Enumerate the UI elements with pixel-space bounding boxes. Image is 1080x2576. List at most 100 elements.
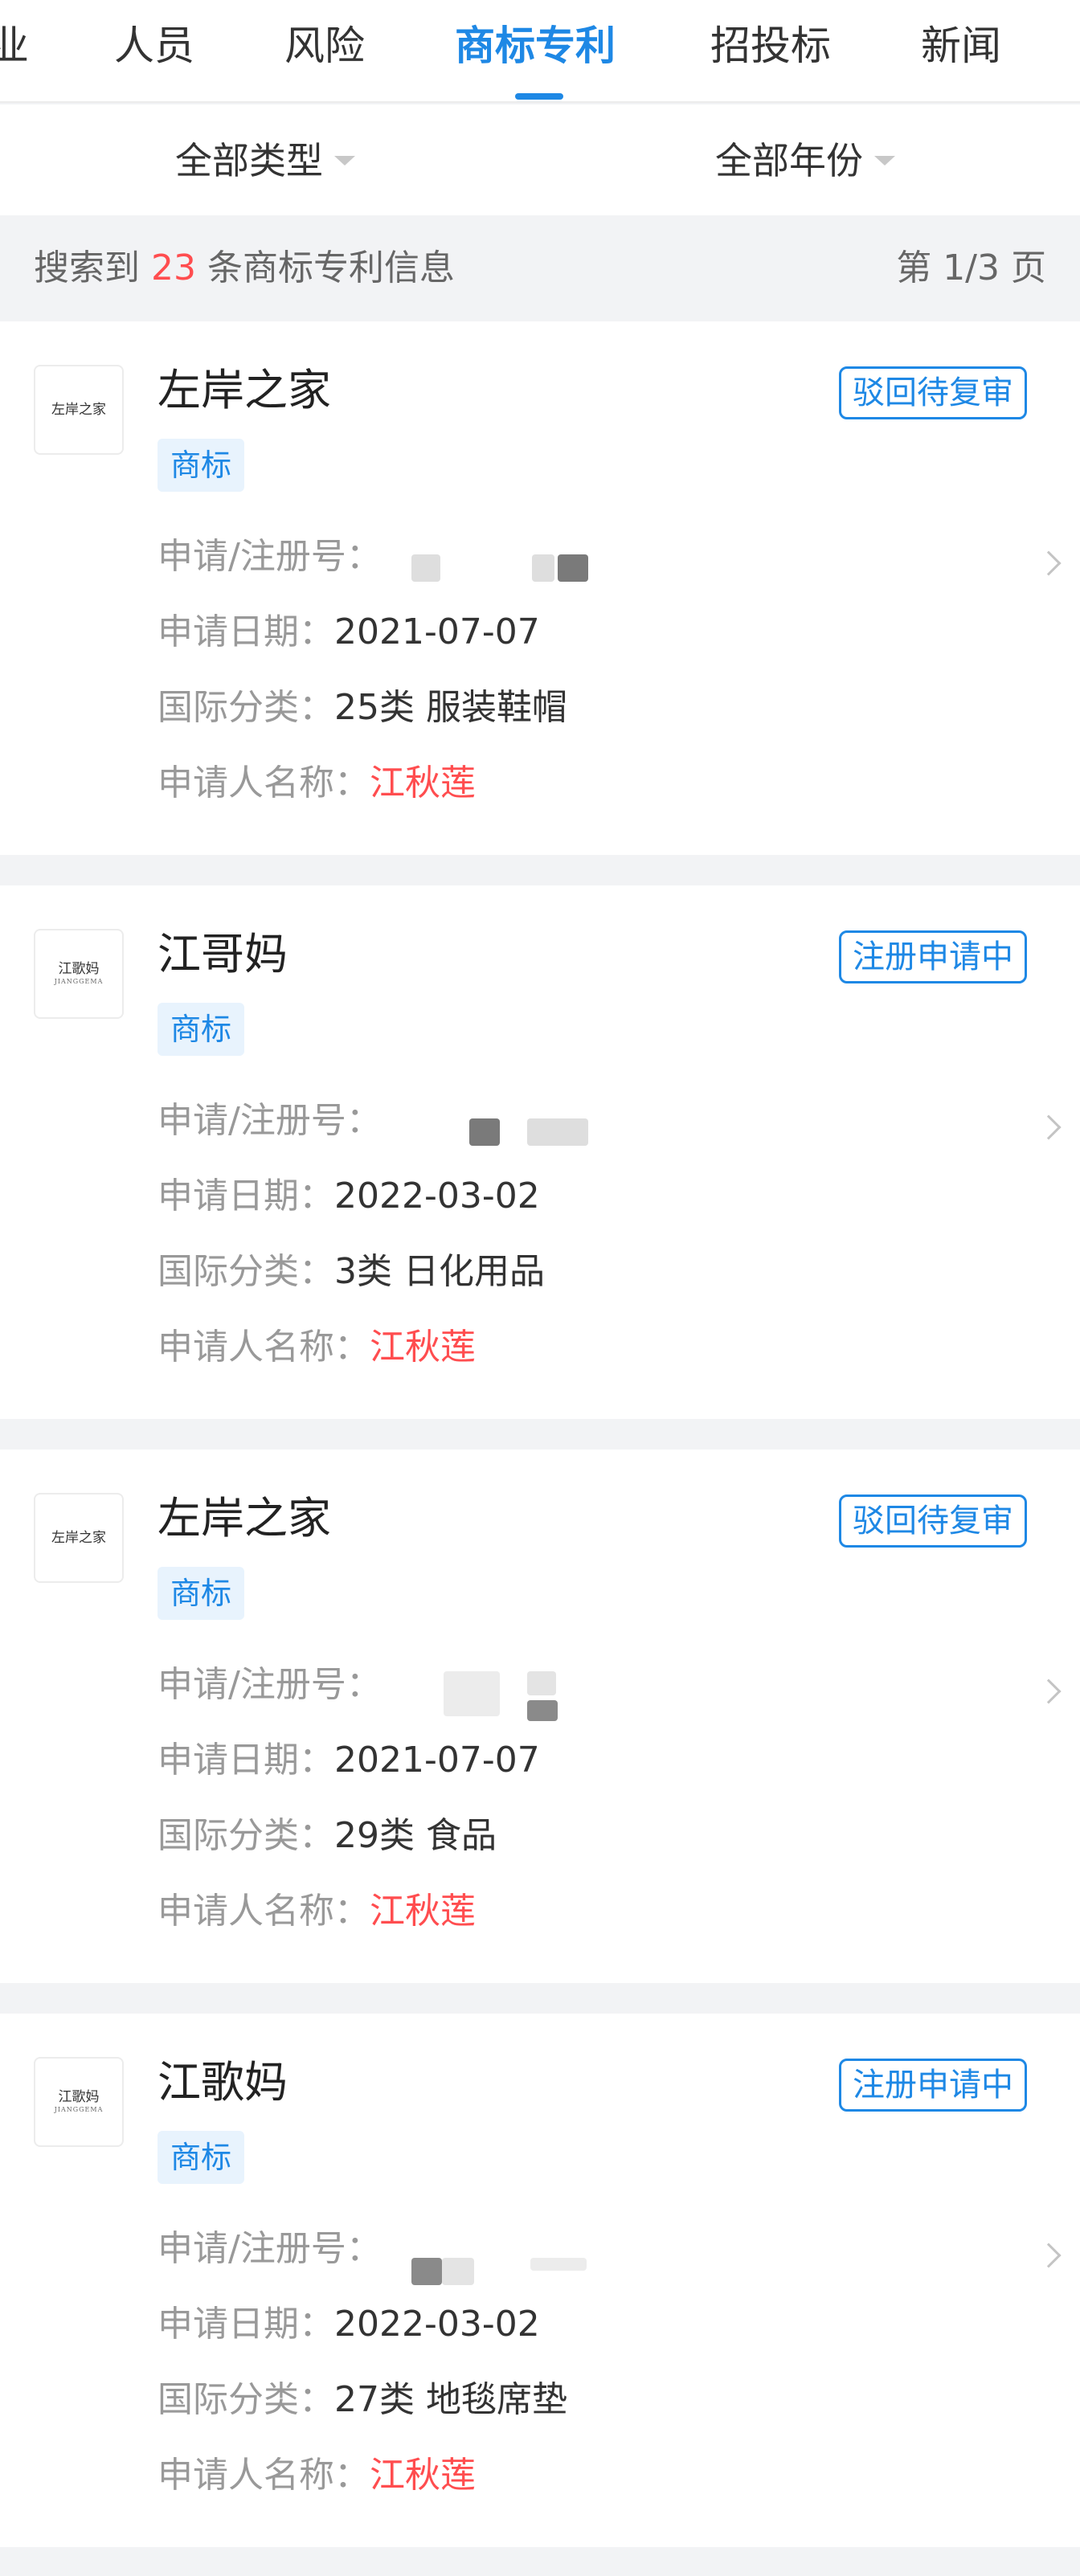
logo-subtext: JIANGGEMA [54, 2106, 104, 2113]
date-row: 申请日期：2022-03-02 [158, 1171, 540, 1221]
trademark-logo: 江歌妈 JIANGGEMA [34, 2057, 124, 2147]
class-label: 国际分类： [158, 1815, 334, 1856]
redacted-reg-number [532, 554, 554, 582]
trademark-name: 左岸之家 [158, 365, 331, 415]
redacted-reg-number [527, 1671, 556, 1695]
trademark-logo: 左岸之家 [34, 1493, 124, 1583]
type-filter-label: 全部类型 [175, 139, 323, 182]
filter-bar: 全部类型 全部年份 [0, 104, 1080, 215]
type-tag: 商标 [158, 1567, 245, 1620]
redacted-reg-number [530, 2258, 587, 2271]
redacted-reg-number [411, 554, 440, 582]
year-filter-label: 全部年份 [715, 139, 863, 182]
redacted-reg-number [444, 1671, 500, 1716]
applicant-value[interactable]: 江秋莲 [370, 2455, 476, 2496]
class-value: 25类 服装鞋帽 [334, 687, 567, 728]
applicant-value[interactable]: 江秋莲 [370, 763, 476, 803]
active-tab-indicator [515, 93, 563, 100]
applicant-value[interactable]: 江秋莲 [370, 1891, 476, 1932]
date-label: 申请日期： [158, 1176, 334, 1216]
date-label: 申请日期： [158, 2304, 334, 2345]
logo-text: 江歌妈 [58, 961, 100, 977]
trademark-name: 左岸之家 [158, 1493, 331, 1544]
tab-risk[interactable]: 风险 [284, 18, 365, 74]
reg-number-row: 申请/注册号： [158, 2224, 382, 2274]
reg-number-row: 申请/注册号： [158, 1096, 382, 1146]
chevron-right-icon [1036, 2243, 1062, 2268]
class-row: 国际分类：29类 食品 [158, 1811, 497, 1861]
page-indicator: 第 1/3 页 [896, 247, 1046, 288]
trademark-card[interactable]: 左岸之家 左岸之家 驳回待复审 商标 申请/注册号： 申请日期：2021-07-… [0, 321, 1080, 855]
category-tab-bar: 业 人员 风险 商标专利 招投标 新闻 [0, 0, 1080, 103]
redacted-reg-number [411, 2258, 442, 2285]
logo-text: 左岸之家 [51, 1530, 106, 1546]
applicant-label: 申请人名称： [158, 1327, 370, 1368]
trademark-name: 江哥妈 [158, 929, 288, 979]
date-row: 申请日期：2022-03-02 [158, 2300, 540, 2349]
result-summary: 搜索到 23 条商标专利信息 第 1/3 页 [0, 215, 1080, 320]
applicant-row: 申请人名称：江秋莲 [158, 1887, 476, 1936]
reg-number-label: 申请/注册号： [158, 1100, 382, 1141]
result-count: 23 [151, 247, 196, 288]
tab-bidding[interactable]: 招投标 [710, 18, 831, 74]
date-label: 申请日期： [158, 611, 334, 652]
date-value: 2022-03-02 [334, 1176, 540, 1216]
date-row: 申请日期：2021-07-07 [158, 607, 540, 657]
reg-number-row: 申请/注册号： [158, 1660, 382, 1710]
tab-enterprise[interactable]: 业 [0, 18, 29, 74]
class-value: 3类 日化用品 [334, 1251, 545, 1292]
status-badge: 驳回待复审 [839, 1494, 1027, 1548]
reg-number-label: 申请/注册号： [158, 1664, 382, 1705]
applicant-row: 申请人名称：江秋莲 [158, 758, 476, 808]
reg-number-row: 申请/注册号： [158, 532, 382, 582]
trademark-logo: 左岸之家 [34, 365, 124, 455]
applicant-row: 申请人名称：江秋莲 [158, 1323, 476, 1372]
class-row: 国际分类：25类 服装鞋帽 [158, 683, 567, 733]
trademark-card[interactable]: 江歌妈 JIANGGEMA 江歌妈 注册申请中 商标 申请/注册号： 申请日期：… [0, 2014, 1080, 2547]
redacted-reg-number [527, 1700, 558, 1721]
class-row: 国际分类：3类 日化用品 [158, 1247, 545, 1297]
tab-news[interactable]: 新闻 [921, 18, 1001, 74]
redacted-reg-number [527, 1118, 588, 1146]
chevron-right-icon [1036, 1678, 1062, 1704]
applicant-label: 申请人名称： [158, 763, 370, 803]
class-value: 29类 食品 [334, 1815, 497, 1856]
class-label: 国际分类： [158, 687, 334, 728]
caret-down-icon [874, 155, 895, 166]
type-tag: 商标 [158, 439, 245, 492]
chevron-right-icon [1036, 550, 1062, 576]
logo-text: 江歌妈 [58, 2089, 100, 2105]
year-filter-dropdown[interactable]: 全部年份 [715, 135, 895, 186]
result-count-text: 搜索到 23 条商标专利信息 [34, 243, 455, 294]
applicant-row: 申请人名称：江秋莲 [158, 2451, 476, 2500]
redacted-reg-number [442, 2258, 474, 2285]
tab-personnel[interactable]: 人员 [114, 18, 194, 74]
date-row: 申请日期：2021-07-07 [158, 1736, 540, 1785]
trademark-card[interactable]: 江歌妈 JIANGGEMA 江哥妈 注册申请中 商标 申请/注册号： 申请日期：… [0, 885, 1080, 1419]
status-badge: 注册申请中 [839, 2059, 1027, 2112]
type-filter-dropdown[interactable]: 全部类型 [175, 135, 355, 186]
redacted-reg-number [469, 1118, 500, 1146]
date-value: 2021-07-07 [334, 611, 540, 652]
date-value: 2021-07-07 [334, 1740, 540, 1781]
trademark-logo: 江歌妈 JIANGGEMA [34, 929, 124, 1019]
type-tag: 商标 [158, 1003, 245, 1056]
class-value: 27类 地毯席垫 [334, 2379, 567, 2420]
reg-number-label: 申请/注册号： [158, 536, 382, 577]
type-tag: 商标 [158, 2131, 245, 2184]
logo-subtext: JIANGGEMA [54, 978, 104, 985]
date-label: 申请日期： [158, 1740, 334, 1781]
applicant-label: 申请人名称： [158, 1891, 370, 1932]
status-badge: 注册申请中 [839, 930, 1027, 983]
class-row: 国际分类：27类 地毯席垫 [158, 2375, 567, 2425]
applicant-value[interactable]: 江秋莲 [370, 1327, 476, 1368]
tab-trademark-patent[interactable]: 商标专利 [455, 18, 616, 74]
class-label: 国际分类： [158, 2379, 334, 2420]
summary-suffix: 条商标专利信息 [207, 247, 455, 288]
reg-number-label: 申请/注册号： [158, 2228, 382, 2269]
caret-down-icon [334, 155, 355, 166]
status-badge: 驳回待复审 [839, 366, 1027, 419]
trademark-card[interactable]: 左岸之家 左岸之家 驳回待复审 商标 申请/注册号： 申请日期：2021-07-… [0, 1450, 1080, 1983]
class-label: 国际分类： [158, 1251, 334, 1292]
applicant-label: 申请人名称： [158, 2455, 370, 2496]
